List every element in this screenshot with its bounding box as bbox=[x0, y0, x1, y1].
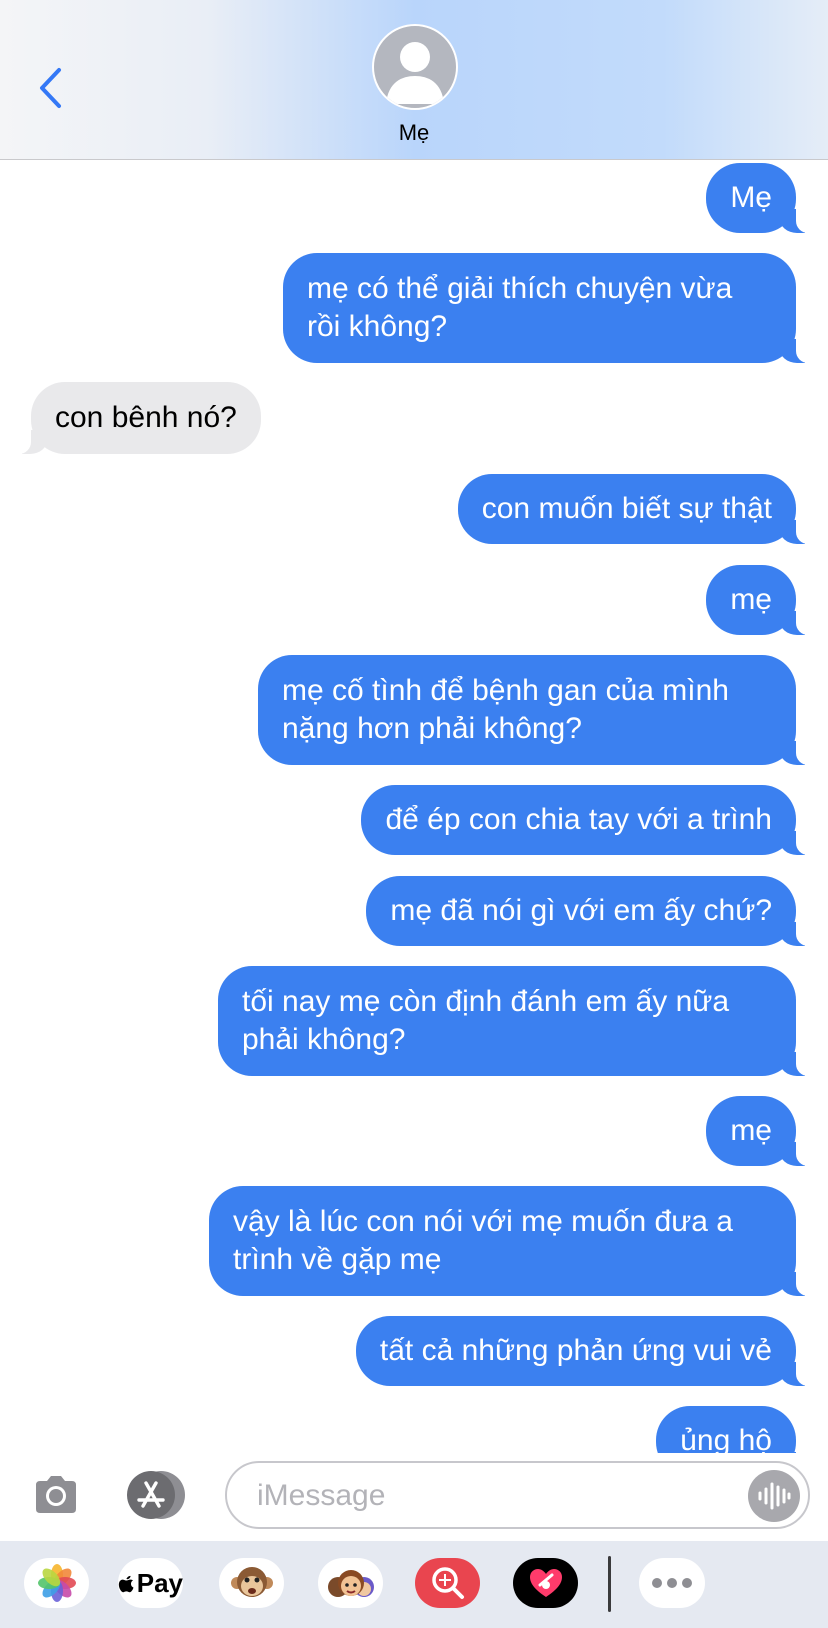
message-input[interactable] bbox=[255, 1475, 719, 1517]
message-text: vậy là lúc con nói với mẹ muốn đưa a trì… bbox=[233, 1205, 733, 1276]
memoji-stickers-button[interactable] bbox=[318, 1558, 383, 1608]
animoji-monkey-icon bbox=[230, 1567, 273, 1597]
app-store-button[interactable] bbox=[127, 1471, 189, 1519]
waveform-icon bbox=[758, 1482, 791, 1510]
message-text: mẹ bbox=[730, 583, 772, 616]
message-bubble-outgoing[interactable]: tất cả những phản ứng vui vẻ bbox=[355, 1316, 821, 1386]
message-bubble-incoming[interactable]: con bênh nó? bbox=[7, 382, 261, 454]
person-silhouette-icon bbox=[386, 42, 444, 104]
more-apps-button[interactable] bbox=[639, 1558, 705, 1608]
message-bubble-outgoing[interactable]: mẹ bbox=[706, 1096, 820, 1166]
audio-message-button[interactable] bbox=[748, 1470, 800, 1522]
memoji-icon bbox=[327, 1570, 374, 1597]
message-text: mẹ có thể giải thích chuyện vừa rồi khôn… bbox=[307, 272, 733, 343]
message-text: con bênh nó? bbox=[55, 401, 237, 434]
compose-bar bbox=[0, 1453, 828, 1541]
message-list[interactable]: Mẹ mẹ có thể giải thích chuyện vừa rồi k… bbox=[0, 160, 828, 1453]
message-text: tất cả những phản ứng vui vẻ bbox=[379, 1334, 772, 1367]
message-field[interactable] bbox=[225, 1461, 810, 1529]
message-bubble-outgoing[interactable]: mẹ có thể giải thích chuyện vừa rồi khôn… bbox=[283, 253, 820, 363]
message-bubble-outgoing[interactable]: mẹ đã nói gì với em ấy chứ? bbox=[366, 876, 820, 946]
chevron-left-icon bbox=[40, 68, 61, 108]
contact-name[interactable]: Mẹ bbox=[0, 120, 828, 146]
more-apps-icon bbox=[652, 1578, 692, 1588]
app-drawer: Pay bbox=[0, 1541, 828, 1628]
back-button[interactable] bbox=[30, 62, 70, 114]
message-text: con muốn biết sự thật bbox=[481, 492, 772, 525]
message-bubble-outgoing[interactable]: ủng hộ bbox=[656, 1406, 820, 1453]
message-text: mẹ cố tình để bệnh gan của mình nặng hơn… bbox=[282, 674, 729, 745]
image-search-button[interactable] bbox=[415, 1558, 480, 1608]
image-search-icon bbox=[431, 1567, 464, 1599]
animoji-button[interactable] bbox=[219, 1558, 284, 1608]
apple-pay-label: Pay bbox=[136, 1567, 183, 1598]
camera-icon bbox=[36, 1476, 76, 1513]
message-bubble-outgoing[interactable]: vậy là lúc con nói với mẹ muốn đưa a trì… bbox=[209, 1186, 820, 1296]
photos-icon bbox=[37, 1564, 76, 1602]
app-drawer-divider bbox=[608, 1556, 611, 1612]
camera-button[interactable] bbox=[32, 1471, 80, 1519]
app-store-icon bbox=[127, 1471, 175, 1519]
message-bubble-outgoing[interactable]: để ép con chia tay với a trình bbox=[361, 785, 820, 855]
message-bubble-outgoing[interactable]: mẹ bbox=[706, 565, 820, 635]
message-bubble-outgoing[interactable]: con muốn biết sự thật bbox=[457, 474, 821, 544]
message-bubble-outgoing[interactable]: mẹ cố tình để bệnh gan của mình nặng hơn… bbox=[258, 655, 820, 765]
message-text: ủng hộ bbox=[680, 1424, 772, 1453]
photos-app-button[interactable] bbox=[24, 1558, 89, 1608]
digital-touch-button[interactable] bbox=[513, 1558, 578, 1608]
apple-pay-button[interactable]: Pay bbox=[118, 1558, 183, 1608]
contact-avatar[interactable] bbox=[372, 24, 458, 110]
message-text: mẹ bbox=[730, 1114, 772, 1147]
digital-touch-icon bbox=[529, 1569, 562, 1597]
conversation-header: Mẹ bbox=[0, 0, 828, 160]
message-text: Mẹ bbox=[730, 181, 772, 214]
message-text: mẹ đã nói gì với em ấy chứ? bbox=[390, 894, 772, 927]
apple-logo-icon bbox=[118, 1575, 134, 1593]
message-bubble-outgoing[interactable]: tối nay mẹ còn định đánh em ấy nữa phải … bbox=[218, 966, 820, 1076]
message-text: tối nay mẹ còn định đánh em ấy nữa phải … bbox=[242, 985, 730, 1056]
message-bubble-outgoing[interactable]: Mẹ bbox=[706, 163, 820, 233]
message-text: để ép con chia tay với a trình bbox=[385, 803, 772, 836]
